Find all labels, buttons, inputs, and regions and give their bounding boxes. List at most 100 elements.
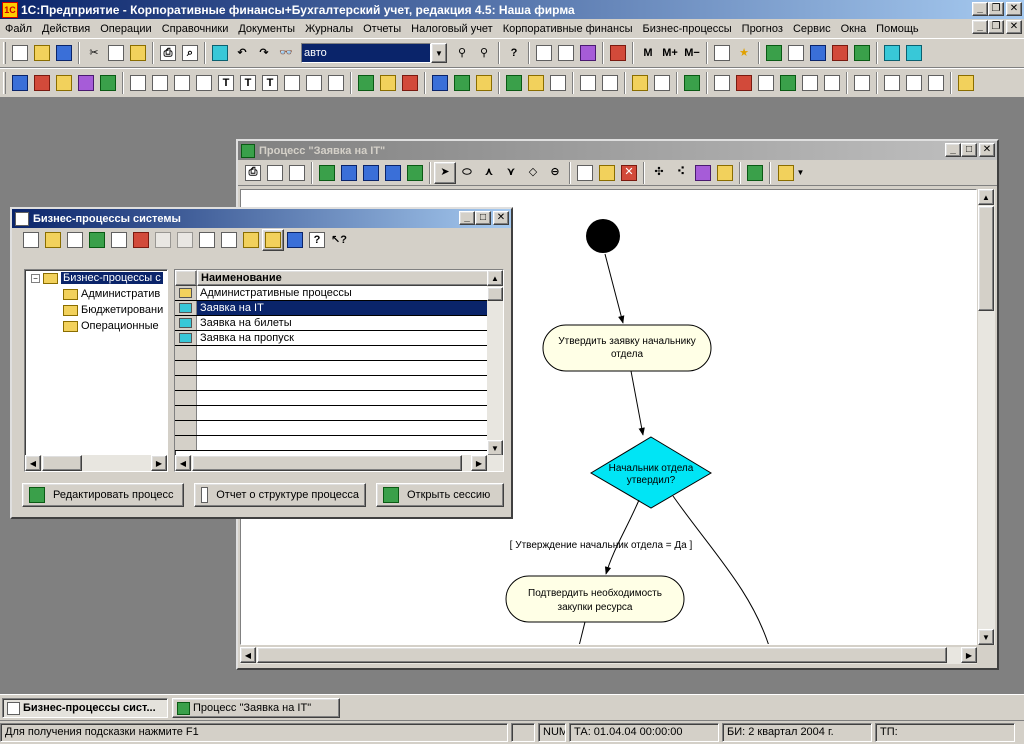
open-session-button[interactable]: Открыть сессию: [376, 483, 504, 507]
fork-tool-button[interactable]: ⋏: [478, 162, 500, 184]
diagram-copy-button[interactable]: [574, 162, 596, 184]
window-button[interactable]: [881, 42, 903, 64]
analysis-button[interactable]: [785, 42, 807, 64]
tb2-btn-4[interactable]: [75, 72, 97, 94]
tb2-btn-38[interactable]: [903, 72, 925, 94]
help-button[interactable]: ?: [503, 42, 525, 64]
tb2-btn-12[interactable]: T: [259, 72, 281, 94]
bp-context-help-button[interactable]: ↖?: [328, 229, 350, 251]
scroll-right-button[interactable]: ▶: [151, 455, 167, 471]
scroll-up-button[interactable]: ▲: [487, 270, 503, 286]
diagram-delete-button[interactable]: ✕: [618, 162, 640, 184]
memory-minus-button[interactable]: M−: [681, 42, 703, 64]
menu-documents[interactable]: Документы: [233, 23, 300, 35]
calendar2-button[interactable]: [555, 42, 577, 64]
menu-service[interactable]: Сервис: [788, 23, 836, 35]
tb2-btn-25[interactable]: [577, 72, 599, 94]
process-close-button[interactable]: ✕: [979, 143, 995, 157]
tb2-btn-18[interactable]: [399, 72, 421, 94]
tb2-btn-30[interactable]: [711, 72, 733, 94]
search-input[interactable]: [301, 43, 431, 63]
diagram-expand-button[interactable]: ✣: [648, 162, 670, 184]
scroll-up-button[interactable]: ▲: [978, 189, 994, 205]
list-row[interactable]: Административные процессы: [175, 286, 503, 301]
bp-tree-toggle-button[interactable]: [262, 229, 284, 251]
tb2-btn-22[interactable]: [503, 72, 525, 94]
decision-tool-button[interactable]: ◇: [522, 162, 544, 184]
menu-forecast[interactable]: Прогноз: [737, 23, 788, 35]
ellipse-tool-button[interactable]: ⬭: [456, 162, 478, 184]
diagram-hierarchy-button[interactable]: [744, 162, 766, 184]
memory-button[interactable]: M: [637, 42, 659, 64]
find-prev-button[interactable]: ⚲: [473, 42, 495, 64]
tb2-btn-5[interactable]: [97, 72, 119, 94]
activity-approve-request[interactable]: [542, 324, 712, 372]
menu-tax[interactable]: Налоговый учет: [406, 23, 498, 35]
tree-collapse-icon[interactable]: −: [31, 273, 40, 283]
list-row-empty[interactable]: [175, 406, 503, 421]
tb2-btn-26[interactable]: [599, 72, 621, 94]
calendar-button[interactable]: [209, 42, 231, 64]
tb2-btn-37[interactable]: [881, 72, 903, 94]
bp-duplicate-button[interactable]: [196, 229, 218, 251]
tb2-btn-13[interactable]: [281, 72, 303, 94]
list-row[interactable]: Заявка на билеты: [175, 316, 503, 331]
tb2-btn-29[interactable]: [681, 72, 703, 94]
join-tool-button[interactable]: ⋎: [500, 162, 522, 184]
tb2-btn-3[interactable]: [53, 72, 75, 94]
tab-business-processes[interactable]: Бизнес-процессы сист...: [2, 698, 168, 718]
tb2-btn-40[interactable]: [955, 72, 977, 94]
list-row-empty[interactable]: [175, 346, 503, 361]
save-button[interactable]: [53, 42, 75, 64]
list-row-empty[interactable]: [175, 361, 503, 376]
bp-refresh-button[interactable]: [240, 229, 262, 251]
redo-button[interactable]: ↷: [253, 42, 275, 64]
window2-button[interactable]: [903, 42, 925, 64]
minimize-button[interactable]: _: [972, 2, 988, 16]
diagram-align-button[interactable]: ⠪: [670, 162, 692, 184]
table-button[interactable]: [711, 42, 733, 64]
bp-new-button[interactable]: [20, 229, 42, 251]
list-row-empty[interactable]: [175, 391, 503, 406]
scroll-right-button[interactable]: ▶: [961, 647, 977, 663]
tb2-btn-10[interactable]: T: [215, 72, 237, 94]
tb2-btn-17[interactable]: [377, 72, 399, 94]
diagram-horizontal-scrollbar[interactable]: ◀ ▶: [240, 647, 977, 664]
tb2-btn-14[interactable]: [303, 72, 325, 94]
menu-operations[interactable]: Операции: [95, 23, 156, 35]
process-window-titlebar[interactable]: Процесс "Заявка на IT" _ □ ✕: [238, 141, 997, 160]
scroll-left-button[interactable]: ◀: [240, 647, 256, 663]
tb2-btn-21[interactable]: [473, 72, 495, 94]
tree-root[interactable]: − Бизнес-процессы с: [25, 270, 167, 286]
bp-new-folder-button[interactable]: [42, 229, 64, 251]
edge-confirm-down[interactable]: [578, 621, 586, 645]
network-button[interactable]: [829, 42, 851, 64]
bp-close-button[interactable]: ✕: [493, 211, 509, 225]
chart-button[interactable]: [763, 42, 785, 64]
open-button[interactable]: [31, 42, 53, 64]
start-node[interactable]: [586, 219, 620, 253]
tb2-btn-32[interactable]: [755, 72, 777, 94]
diagram-vertical-scrollbar[interactable]: ▲ ▼: [978, 189, 995, 645]
scroll-left-button[interactable]: ◀: [175, 455, 191, 471]
bp-edit2-button[interactable]: [108, 229, 130, 251]
tb2-btn-31[interactable]: [733, 72, 755, 94]
bp-process-list[interactable]: Наименование Административные процессы З…: [174, 269, 504, 472]
diagram-save-button[interactable]: [338, 162, 360, 184]
find-next-button[interactable]: ⚲: [451, 42, 473, 64]
list-vertical-scrollbar[interactable]: ▲ ▼: [487, 270, 503, 456]
diagram-paste-button[interactable]: [596, 162, 618, 184]
new-button[interactable]: [9, 42, 31, 64]
tb2-btn-16[interactable]: [355, 72, 377, 94]
diagram-windows-button[interactable]: ▼: [774, 162, 808, 184]
diagram-tag-button[interactable]: [714, 162, 736, 184]
scroll-thumb-vertical[interactable]: [978, 206, 994, 311]
calculator-button[interactable]: [533, 42, 555, 64]
scroll-down-button[interactable]: ▼: [978, 629, 994, 645]
tb2-btn-23[interactable]: [525, 72, 547, 94]
find-button[interactable]: 👓: [275, 42, 297, 64]
tb2-btn-35[interactable]: [821, 72, 843, 94]
favorites-button[interactable]: ★: [733, 42, 755, 64]
edge-start-to-approve[interactable]: [604, 253, 625, 324]
tb2-btn-1[interactable]: [9, 72, 31, 94]
